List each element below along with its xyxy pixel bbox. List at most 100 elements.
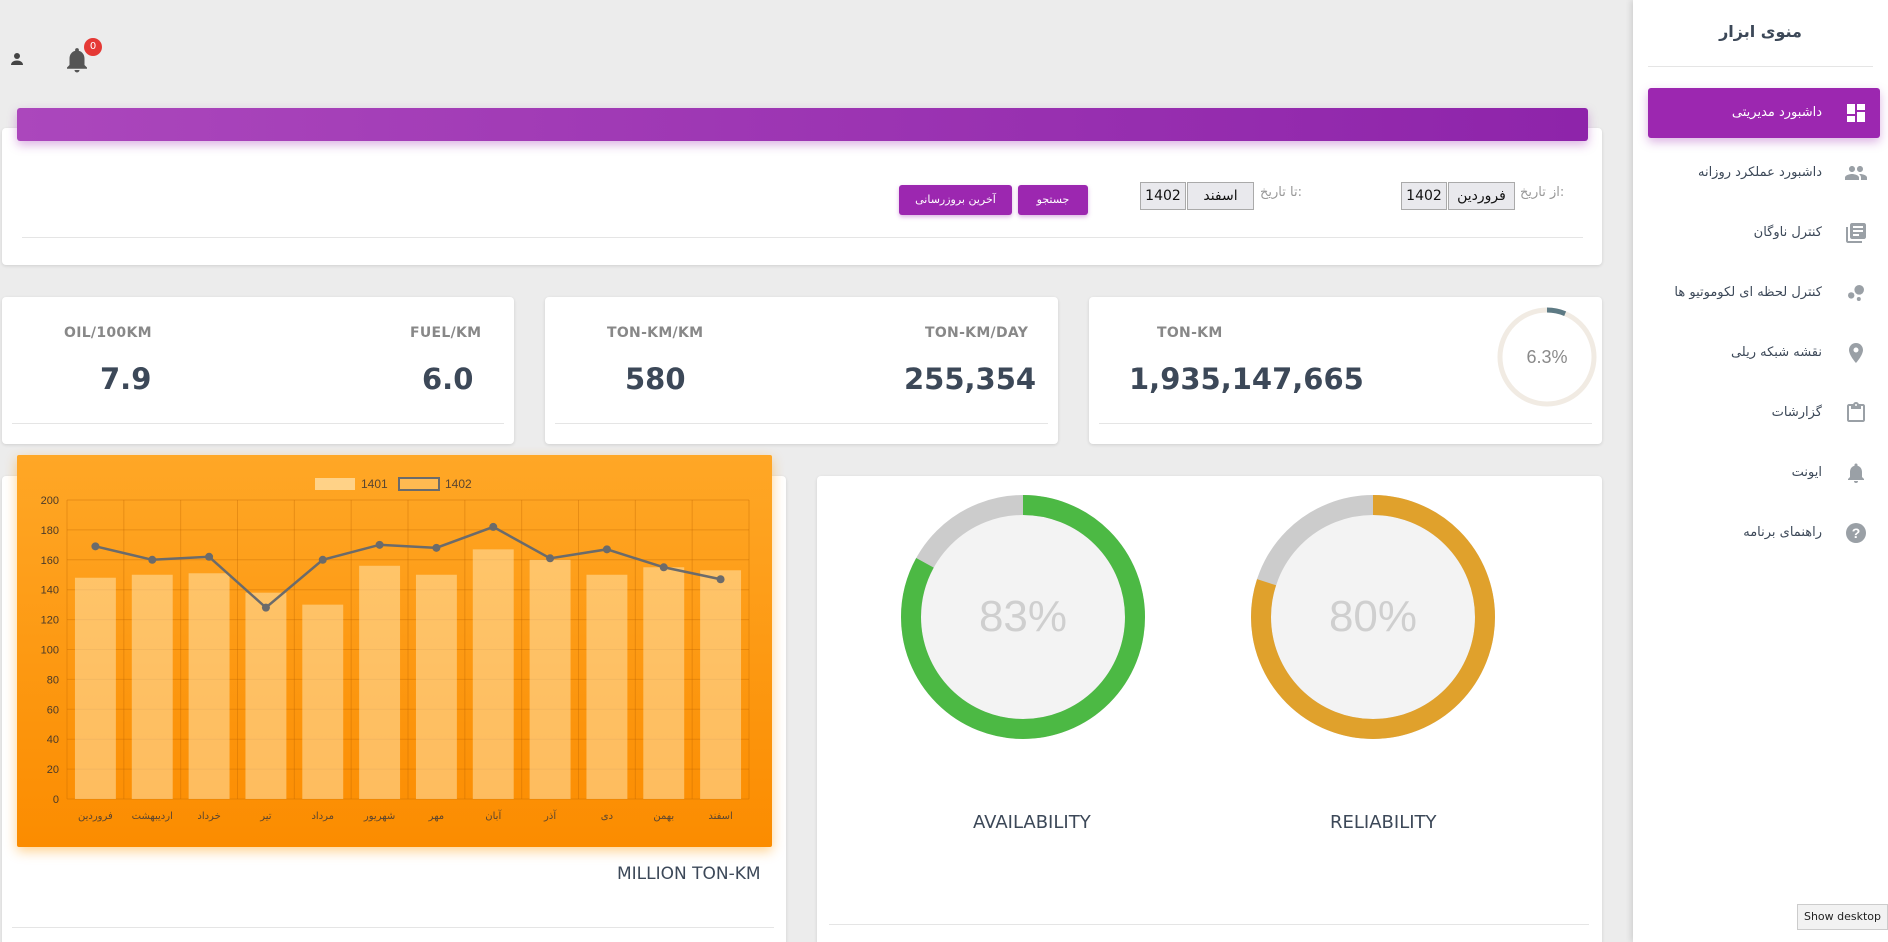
- availability-percent: 83%: [979, 592, 1067, 641]
- latest-update-button[interactable]: آخرین بروزرسانی: [899, 185, 1012, 215]
- filter-card-header: [17, 108, 1588, 141]
- to-month-select[interactable]: اسفند: [1187, 182, 1254, 210]
- oil-value: 7.9: [100, 362, 152, 396]
- reliability-percent: 80%: [1329, 592, 1417, 641]
- sidebar-item-label: ایونت: [1791, 465, 1822, 480]
- availability-gauge: 83%: [901, 495, 1145, 739]
- x-tick-label: شهریور: [363, 811, 395, 822]
- divider: [12, 423, 504, 424]
- ton-km-card: TON-KM 1,935,147,665 6.3%: [1089, 297, 1602, 444]
- bar-1401: [472, 549, 514, 799]
- y-tick-label: 0: [53, 794, 59, 806]
- divider: [12, 927, 774, 928]
- point-1402: [489, 522, 498, 531]
- x-tick-label: خرداد: [197, 811, 220, 822]
- legend-label-1402: 1402: [445, 477, 472, 491]
- list-icon: [1846, 223, 1866, 243]
- point-1402: [205, 552, 214, 561]
- ton-km-ratio-card: TON-KM/KM 580 TON-KM/DAY 255,354: [545, 297, 1058, 444]
- x-tick-label: تیر: [259, 811, 272, 822]
- point-1402: [148, 555, 157, 564]
- y-tick-label: 100: [41, 645, 59, 657]
- x-tick-label: مرداد: [311, 811, 334, 822]
- ton-km-value: 1,935,147,665: [1129, 362, 1364, 396]
- sidebar-item-daily-dashboard[interactable]: داشبورد عملکرد روزانه: [1648, 148, 1880, 198]
- x-tick-label: دی: [601, 811, 613, 822]
- ton-km-day-value: 255,354: [904, 362, 1037, 396]
- bar-1401: [529, 559, 571, 799]
- from-date-label: از تاریخ:: [1520, 185, 1565, 200]
- legend-swatch-1401: [315, 478, 355, 490]
- bell-icon: [1848, 463, 1864, 483]
- bar-1401: [245, 592, 287, 799]
- y-tick-label: 140: [41, 585, 59, 597]
- sidebar-item-event[interactable]: ایونت: [1648, 448, 1880, 498]
- bar-1401: [302, 604, 344, 799]
- reliability-gauge: 80%: [1251, 495, 1495, 739]
- monthly-ton-km-chart: 0 20 40 60 80 100 120 140 160 180 200 فروردین اردیبه…: [41, 477, 750, 822]
- legend-swatch-1402: [398, 477, 440, 491]
- divider: [1648, 66, 1873, 67]
- y-tick-label: 160: [41, 555, 59, 567]
- oil-label: OIL/100KM: [64, 325, 152, 341]
- x-tick-label: آذر: [543, 809, 557, 822]
- y-tick-label: 20: [47, 764, 59, 776]
- filter-card: [2, 128, 1602, 265]
- point-1402: [546, 554, 555, 563]
- ton-km-per-km-label: TON-KM/KM: [607, 325, 704, 341]
- bubble-chart-icon: [1848, 285, 1864, 301]
- help-icon: ?: [1846, 523, 1866, 543]
- x-tick-label: فروردین: [78, 811, 113, 822]
- point-1402: [659, 563, 668, 572]
- sidebar-item-label: راهنمای برنامه: [1743, 525, 1822, 540]
- chart-title: MILLION TON-KM: [617, 864, 761, 884]
- bar-1401: [188, 573, 230, 799]
- ton-km-progress-ring: 6.3%: [1497, 307, 1597, 407]
- sidebar-item-management-dashboard[interactable]: داشبورد مدیریتی: [1648, 88, 1880, 138]
- clipboard-icon: [1847, 402, 1865, 422]
- fuel-value: 6.0: [422, 362, 474, 396]
- bar-1401: [586, 574, 628, 799]
- notification-count-badge: 0: [84, 38, 102, 56]
- sidebar-item-rail-map[interactable]: نقشه شبکه ریلی: [1648, 328, 1880, 378]
- point-1402: [261, 603, 270, 612]
- location-pin-icon: [1849, 343, 1863, 363]
- sidebar-item-reports[interactable]: گزارشات: [1648, 388, 1880, 438]
- to-year-input[interactable]: 1402: [1140, 182, 1186, 210]
- ton-km-label: TON-KM: [1157, 325, 1223, 341]
- point-1402: [375, 540, 384, 549]
- bar-1401: [74, 577, 116, 799]
- sidebar-item-fleet-control[interactable]: کنترل ناوگان: [1648, 208, 1880, 258]
- point-1402: [91, 542, 100, 551]
- svg-text:?: ?: [1852, 525, 1861, 541]
- ton-km-day-label: TON-KM/DAY: [925, 325, 1029, 341]
- bar-1401: [643, 567, 685, 799]
- from-month-select[interactable]: فروردین: [1448, 182, 1515, 210]
- sidebar-item-label: گزارشات: [1771, 405, 1822, 420]
- point-1402: [716, 575, 725, 584]
- y-tick-label: 40: [47, 734, 59, 746]
- bar-1401: [131, 574, 173, 799]
- sidebar: منوی ابزار داشبورد مدیریتی داشبورد عملکر…: [1633, 0, 1888, 942]
- point-1402: [602, 545, 611, 554]
- search-button[interactable]: جستجو: [1018, 185, 1088, 215]
- legend-label-1401: 1401: [361, 477, 388, 491]
- from-year-input[interactable]: 1402: [1401, 182, 1447, 210]
- sidebar-item-locomotive-control[interactable]: کنترل لحظه ای لکوموتیو ها: [1648, 268, 1880, 318]
- y-tick-label: 120: [41, 615, 59, 627]
- ton-km-chart-box: 0 20 40 60 80 100 120 140 160 180 200 فروردین اردیبه…: [17, 455, 772, 847]
- show-desktop-button[interactable]: Show desktop: [1797, 904, 1888, 930]
- sidebar-item-label: کنترل ناوگان: [1753, 225, 1822, 240]
- bar-1401: [700, 570, 742, 799]
- sidebar-item-label: نقشه شبکه ریلی: [1730, 345, 1822, 360]
- sidebar-item-help[interactable]: ? راهنمای برنامه: [1648, 508, 1880, 558]
- x-tick-label: آبان: [485, 809, 502, 822]
- y-tick-label: 180: [41, 525, 59, 537]
- ton-km-percent: 6.3%: [1526, 347, 1567, 367]
- x-tick-label: مهر: [428, 811, 444, 822]
- fuel-label: FUEL/KM: [410, 325, 482, 341]
- sidebar-item-label: داشبورد عملکرد روزانه: [1697, 165, 1822, 180]
- x-tick-label: بهمن: [653, 811, 674, 822]
- user-icon[interactable]: [8, 50, 26, 68]
- x-tick-label: اردیبهشت: [132, 811, 173, 822]
